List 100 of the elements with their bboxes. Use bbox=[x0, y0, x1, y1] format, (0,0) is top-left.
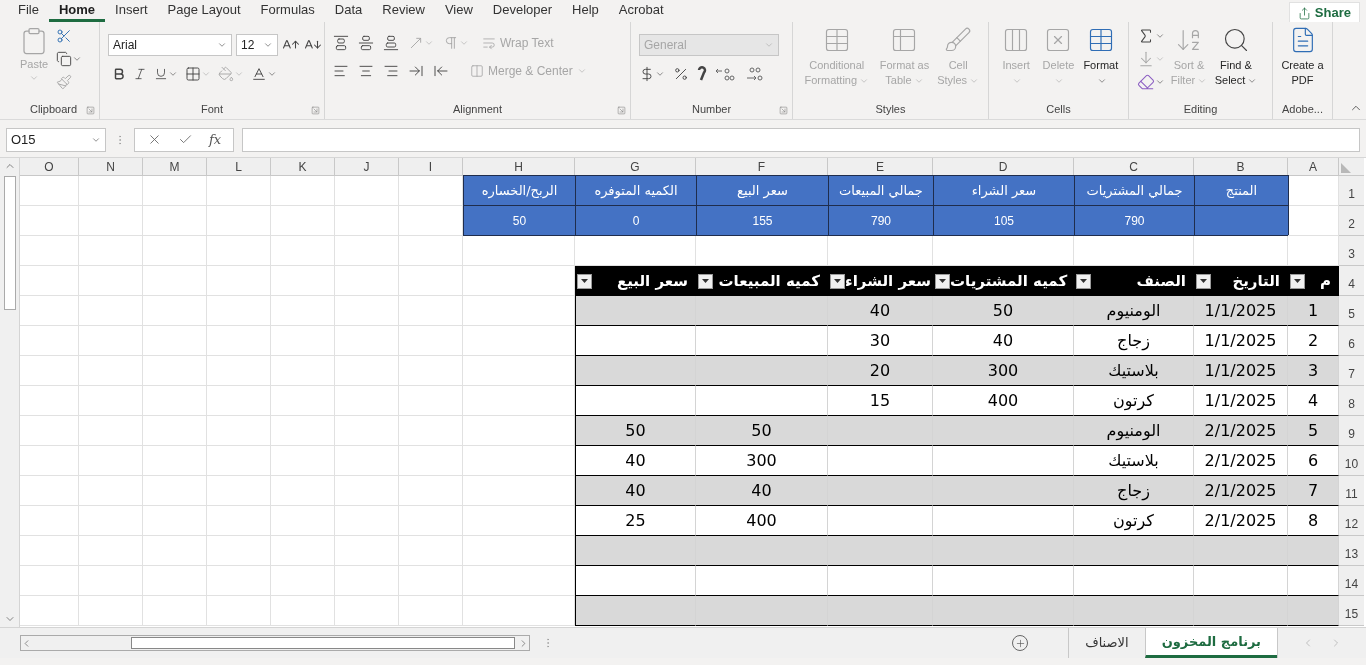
sheet-cell[interactable] bbox=[271, 326, 335, 356]
sheet-cell[interactable] bbox=[79, 416, 143, 446]
scroll-thumb[interactable] bbox=[3, 176, 16, 310]
sheet-cell[interactable] bbox=[20, 356, 79, 386]
cancel-icon[interactable] bbox=[147, 132, 162, 147]
sheet-cell[interactable] bbox=[335, 206, 399, 236]
sheet-cell[interactable] bbox=[271, 566, 335, 596]
sheet-cell[interactable] bbox=[207, 176, 271, 206]
fill-color-icon[interactable] bbox=[218, 66, 234, 82]
fill-icon[interactable] bbox=[1137, 50, 1155, 68]
menu-tab[interactable]: Developer bbox=[482, 0, 563, 22]
sheet-cell[interactable] bbox=[335, 236, 399, 266]
menu-tab[interactable]: Review bbox=[372, 0, 435, 22]
menu-tab[interactable]: View bbox=[434, 0, 483, 22]
sheet-cell[interactable] bbox=[271, 176, 335, 206]
column-header[interactable]: L bbox=[207, 158, 271, 176]
middle-align-icon[interactable] bbox=[358, 35, 374, 51]
sheet-cell[interactable] bbox=[335, 416, 399, 446]
sheet-cell[interactable] bbox=[20, 326, 79, 356]
align-left-icon[interactable] bbox=[333, 63, 349, 79]
currency-icon[interactable] bbox=[639, 66, 655, 82]
sheet-cell[interactable] bbox=[79, 176, 143, 206]
outdent-icon[interactable] bbox=[433, 63, 449, 79]
format-painter-icon[interactable] bbox=[56, 74, 72, 90]
sheet-cell[interactable] bbox=[399, 566, 463, 596]
sheet-cell[interactable] bbox=[20, 536, 79, 566]
sheet-cell[interactable] bbox=[271, 266, 335, 296]
column-header[interactable]: M bbox=[143, 158, 207, 176]
column-header[interactable]: A bbox=[1288, 158, 1339, 176]
row-header[interactable]: 10 bbox=[1339, 446, 1364, 476]
share-button[interactable]: Share bbox=[1288, 2, 1360, 24]
sheet-cell[interactable] bbox=[79, 236, 143, 266]
horizontal-scrollbar[interactable] bbox=[20, 635, 530, 651]
formula-input[interactable] bbox=[242, 127, 1360, 152]
sheet-cell[interactable] bbox=[20, 416, 79, 446]
caret-icon[interactable] bbox=[1155, 54, 1165, 64]
name-box[interactable]: O15 bbox=[6, 127, 106, 152]
scroll-thumb[interactable] bbox=[131, 637, 515, 649]
increase-decimal-icon[interactable] bbox=[715, 66, 735, 82]
sheet-cell[interactable] bbox=[207, 596, 271, 626]
top-align-icon[interactable] bbox=[333, 35, 349, 51]
sheet-cell[interactable] bbox=[271, 596, 335, 626]
caret-icon[interactable] bbox=[424, 38, 434, 48]
sheet-cell[interactable] bbox=[399, 536, 463, 566]
sheet-cell[interactable] bbox=[143, 536, 207, 566]
dialog-launcher-icon[interactable] bbox=[86, 106, 95, 115]
column-header[interactable]: G bbox=[575, 158, 696, 176]
sheet-cell[interactable] bbox=[271, 506, 335, 536]
row-header[interactable]: 1 bbox=[1339, 176, 1364, 206]
sheet-cell[interactable] bbox=[79, 476, 143, 506]
find-select-icon[interactable] bbox=[1222, 26, 1250, 54]
sheet-cell[interactable] bbox=[20, 206, 79, 236]
sheet-cell[interactable] bbox=[20, 386, 79, 416]
sheet-cell[interactable] bbox=[207, 206, 271, 236]
sheet-cell[interactable] bbox=[143, 476, 207, 506]
caret-icon[interactable] bbox=[201, 69, 211, 79]
align-right-icon[interactable] bbox=[383, 63, 399, 79]
sheet-cell[interactable] bbox=[20, 176, 79, 206]
sheet-cell[interactable] bbox=[207, 506, 271, 536]
sheet-cell[interactable] bbox=[79, 596, 143, 626]
column-header[interactable]: F bbox=[696, 158, 828, 176]
caret-icon[interactable] bbox=[1155, 31, 1165, 41]
sheet-cell[interactable] bbox=[399, 416, 463, 446]
sheet-cell[interactable] bbox=[207, 446, 271, 476]
column-header[interactable]: B bbox=[1194, 158, 1288, 176]
sheet-cell[interactable] bbox=[207, 296, 271, 326]
column-header[interactable]: K bbox=[271, 158, 335, 176]
filter-dropdown-button[interactable] bbox=[698, 273, 713, 289]
sheet-cell[interactable] bbox=[79, 506, 143, 536]
sheet-cell[interactable] bbox=[271, 206, 335, 236]
copy-icon[interactable] bbox=[56, 51, 72, 67]
sheet-cell[interactable] bbox=[143, 446, 207, 476]
row-header[interactable]: 11 bbox=[1339, 476, 1364, 506]
dialog-launcher-icon[interactable] bbox=[779, 106, 788, 115]
sheet-cell[interactable] bbox=[207, 416, 271, 446]
sheet-cell[interactable] bbox=[207, 356, 271, 386]
sheet-cell[interactable] bbox=[79, 326, 143, 356]
sheet-cell[interactable] bbox=[399, 476, 463, 506]
column-header[interactable]: O bbox=[20, 158, 79, 176]
sheet-cell[interactable] bbox=[207, 566, 271, 596]
sheet-cell[interactable] bbox=[20, 446, 79, 476]
menu-tab[interactable]: Page Layout bbox=[157, 0, 251, 22]
row-header[interactable]: 8 bbox=[1339, 386, 1364, 416]
sheet-cell[interactable] bbox=[335, 506, 399, 536]
caret-icon[interactable] bbox=[267, 69, 277, 79]
sheet-cell[interactable] bbox=[399, 266, 463, 296]
row-header[interactable]: 13 bbox=[1339, 536, 1364, 566]
caret-icon[interactable] bbox=[655, 69, 665, 79]
filter-dropdown-button[interactable] bbox=[1196, 273, 1211, 289]
sheet-cell[interactable] bbox=[79, 356, 143, 386]
sheet-cell[interactable] bbox=[271, 446, 335, 476]
sheet-tab[interactable]: برنامج المخزون bbox=[1144, 628, 1277, 658]
sheet-cell[interactable] bbox=[399, 506, 463, 536]
sheet-cell[interactable] bbox=[143, 386, 207, 416]
column-header[interactable]: H bbox=[463, 158, 575, 176]
sheet-cell[interactable] bbox=[399, 446, 463, 476]
sheet-cell[interactable] bbox=[143, 236, 207, 266]
caret-icon[interactable] bbox=[263, 40, 273, 50]
sheet-cell[interactable] bbox=[271, 476, 335, 506]
caret-icon[interactable] bbox=[168, 69, 178, 79]
